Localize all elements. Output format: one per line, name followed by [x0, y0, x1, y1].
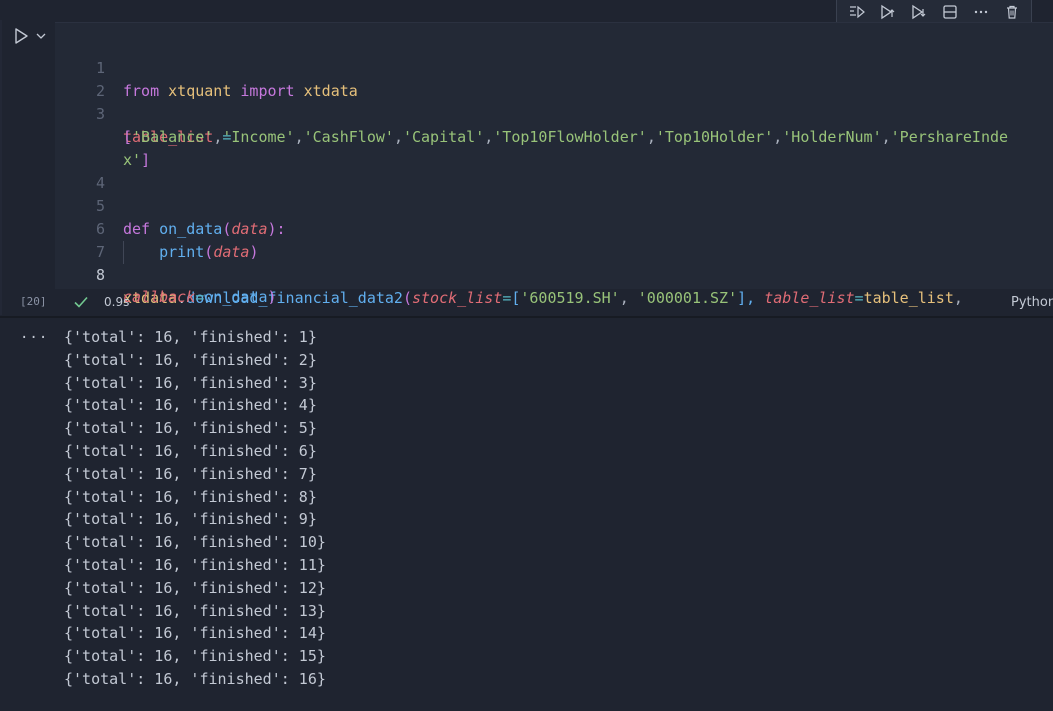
code-line: callback=on_data)	[55, 263, 1053, 306]
code-line: x']	[55, 126, 1053, 169]
execution-time: 0.9s	[104, 295, 130, 309]
output-line: {'total': 16, 'finished': 6}	[64, 441, 317, 460]
output-actions-button[interactable]: ...	[20, 326, 48, 342]
code-line: 7	[55, 218, 1053, 261]
play-icon	[15, 28, 28, 44]
output-line: {'total': 16, 'finished': 1}	[64, 328, 317, 346]
code-line: 3 table_list =	[55, 80, 1053, 146]
code-line: ['Balance','Income','CashFlow','Capital'…	[123, 128, 1009, 146]
cell-status-bar: [20] 0.9s Python	[0, 292, 1053, 314]
output-line: {'total': 16, 'finished': 13}	[64, 601, 326, 620]
output-text: {'total': 16, 'finished': 1} {'total': 1…	[64, 326, 326, 691]
output-line: {'total': 16, 'finished': 14}	[64, 624, 326, 643]
code-line: 8 xtdata.download_financial_data2(stock_…	[55, 241, 1053, 307]
run-cell-button[interactable]	[10, 24, 32, 48]
kernel-language-button[interactable]: Python	[1011, 295, 1053, 310]
output-line: {'total': 16, 'finished': 7}	[64, 464, 317, 483]
output-line: {'total': 16, 'finished': 9}	[64, 510, 317, 529]
chevron-down-icon	[36, 33, 46, 39]
output-line: {'total': 16, 'finished': 12}	[64, 578, 326, 597]
code-line: 5 def on_data(data):	[55, 172, 1053, 238]
execute-below-icon[interactable]	[874, 0, 902, 25]
more-actions-icon[interactable]	[967, 0, 995, 25]
output-line: {'total': 16, 'finished': 11}	[64, 555, 326, 574]
delete-cell-icon[interactable]	[998, 0, 1026, 25]
check-icon	[73, 294, 89, 314]
execute-above-icon[interactable]	[843, 0, 871, 25]
cell-output: ... {'total': 16, 'finished': 1} {'total…	[0, 318, 1053, 711]
execution-count: [20]	[20, 295, 47, 308]
output-line: {'total': 16, 'finished': 10}	[64, 533, 326, 552]
output-line: {'total': 16, 'finished': 5}	[64, 419, 317, 438]
output-line: {'total': 16, 'finished': 15}	[64, 647, 326, 666]
code-line: 2	[55, 57, 1053, 100]
output-line: {'total': 16, 'finished': 2}	[64, 350, 317, 369]
notebook: 1 from xtquant import xtdata 2 3 table_l…	[0, 0, 1053, 711]
run-options-button[interactable]	[35, 29, 47, 43]
run-controls	[10, 24, 50, 48]
code-editor[interactable]: 1 from xtquant import xtdata 2 3 table_l…	[55, 22, 1053, 307]
execute-cell-below-icon[interactable]	[905, 0, 933, 25]
output-line: {'total': 16, 'finished': 8}	[64, 487, 317, 506]
output-line: {'total': 16, 'finished': 3}	[64, 373, 317, 392]
output-line: {'total': 16, 'finished': 16}	[64, 669, 326, 688]
code-line: 1 from xtquant import xtdata	[55, 34, 1053, 100]
code-line: 6 print(data)	[55, 195, 1053, 264]
split-cell-icon[interactable]	[936, 0, 964, 25]
output-line: {'total': 16, 'finished': 4}	[64, 396, 317, 415]
cell-focus-indicator	[0, 20, 2, 315]
code-line: 4	[55, 149, 1053, 192]
